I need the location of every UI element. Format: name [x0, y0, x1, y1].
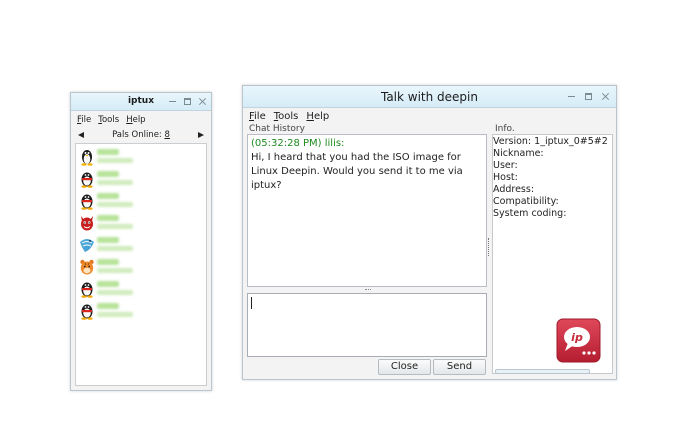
close-icon[interactable]	[601, 92, 610, 101]
pals-online-label: Pals Online: 8	[112, 130, 170, 140]
pal-list[interactable]	[75, 143, 207, 386]
pal-name	[97, 215, 119, 221]
pal-name	[97, 281, 119, 287]
tiger-avatar-icon	[80, 259, 94, 275]
window-controls	[168, 93, 207, 110]
minimize-icon[interactable]	[567, 92, 576, 101]
linux-penguin-icon	[81, 150, 93, 166]
iptux-main-window: iptux File Tools Help Pals Online: 8	[70, 92, 212, 391]
pals-online-text: Pals Online:	[112, 130, 165, 140]
info-host: Host:	[493, 172, 518, 183]
vertical-splitter-handle[interactable]	[488, 238, 490, 256]
info-scrollbar[interactable]	[495, 369, 590, 374]
menu-bar: File Tools Help	[71, 113, 211, 127]
menu-file[interactable]: File	[249, 111, 266, 122]
pal-item[interactable]	[76, 234, 206, 256]
pal-item[interactable]	[76, 256, 206, 278]
pal-name	[97, 171, 119, 177]
text-caret	[251, 297, 252, 309]
qq-penguin-icon	[81, 194, 93, 210]
pal-address	[97, 312, 133, 317]
horizontal-splitter-handle[interactable]	[365, 289, 371, 291]
message-body: Hi, I heard that you had the ISO image f…	[251, 152, 463, 191]
pal-item[interactable]	[76, 146, 206, 168]
previous-arrow-icon[interactable]	[78, 132, 84, 138]
pal-item[interactable]	[76, 168, 206, 190]
pal-address	[97, 246, 133, 251]
talk-window: Talk with deepin File Tools Help (05:32:…	[242, 85, 617, 380]
pal-name	[97, 259, 119, 265]
pal-item[interactable]	[76, 212, 206, 234]
info-user: User:	[493, 160, 518, 171]
pal-name	[97, 303, 119, 309]
minimize-icon[interactable]	[168, 97, 177, 106]
pals-online-count: 8	[164, 130, 170, 140]
maximize-icon[interactable]	[183, 97, 192, 106]
qq-penguin-icon	[81, 282, 93, 298]
info-lines: Version: 1_iptux_0#5#2 Nickname: User: H…	[493, 136, 615, 220]
pal-item[interactable]	[76, 300, 206, 322]
pal-address	[97, 268, 133, 273]
title-bar: Talk with deepin	[243, 86, 616, 108]
menu-bar: File Tools Help	[243, 109, 616, 124]
menu-file[interactable]: File	[77, 115, 91, 125]
pal-address	[97, 224, 133, 229]
info-label: Info.	[493, 124, 517, 134]
menu-help[interactable]: Help	[306, 111, 329, 122]
chat-history-view[interactable]: (05:32:28 PM) lilis: Hi, I heard that yo…	[247, 134, 487, 287]
svg-text:ip: ip	[571, 331, 583, 344]
info-address: Address:	[493, 184, 535, 195]
message-input[interactable]	[247, 293, 487, 357]
window-controls	[567, 86, 610, 107]
pal-item[interactable]	[76, 190, 206, 212]
qq-penguin-icon	[81, 172, 93, 188]
info-version: Version: 1_iptux_0#5#2	[493, 136, 608, 147]
pal-item[interactable]	[76, 278, 206, 300]
close-button[interactable]: Close	[378, 359, 431, 375]
pal-name	[97, 149, 119, 155]
pal-address	[97, 158, 133, 163]
bird-avatar-icon	[80, 239, 94, 252]
info-compatibility: Compatibility:	[493, 196, 559, 207]
maximize-icon[interactable]	[584, 92, 593, 101]
iptux-logo-icon: ip	[556, 318, 601, 363]
message-header: (05:32:28 PM) lilis:	[251, 138, 345, 149]
menu-help[interactable]: Help	[126, 115, 145, 125]
pal-address	[97, 290, 133, 295]
title-bar: iptux	[71, 93, 211, 111]
close-icon[interactable]	[198, 97, 207, 106]
next-arrow-icon[interactable]	[197, 132, 204, 138]
chat-history-label: Chat History	[247, 124, 307, 134]
menu-tools[interactable]: Tools	[98, 115, 119, 125]
window-title: Talk with deepin	[380, 90, 478, 104]
pal-address	[97, 202, 133, 207]
devil-avatar-icon	[81, 216, 93, 231]
online-bar: Pals Online: 8	[75, 128, 207, 142]
info-nickname: Nickname:	[493, 148, 544, 159]
menu-tools[interactable]: Tools	[274, 111, 299, 122]
pal-address	[97, 180, 133, 185]
pal-name	[97, 193, 119, 199]
send-button[interactable]: Send	[433, 359, 486, 375]
pal-name	[97, 237, 119, 243]
qq-penguin-icon	[81, 304, 93, 320]
info-system-coding: System coding:	[493, 208, 567, 219]
